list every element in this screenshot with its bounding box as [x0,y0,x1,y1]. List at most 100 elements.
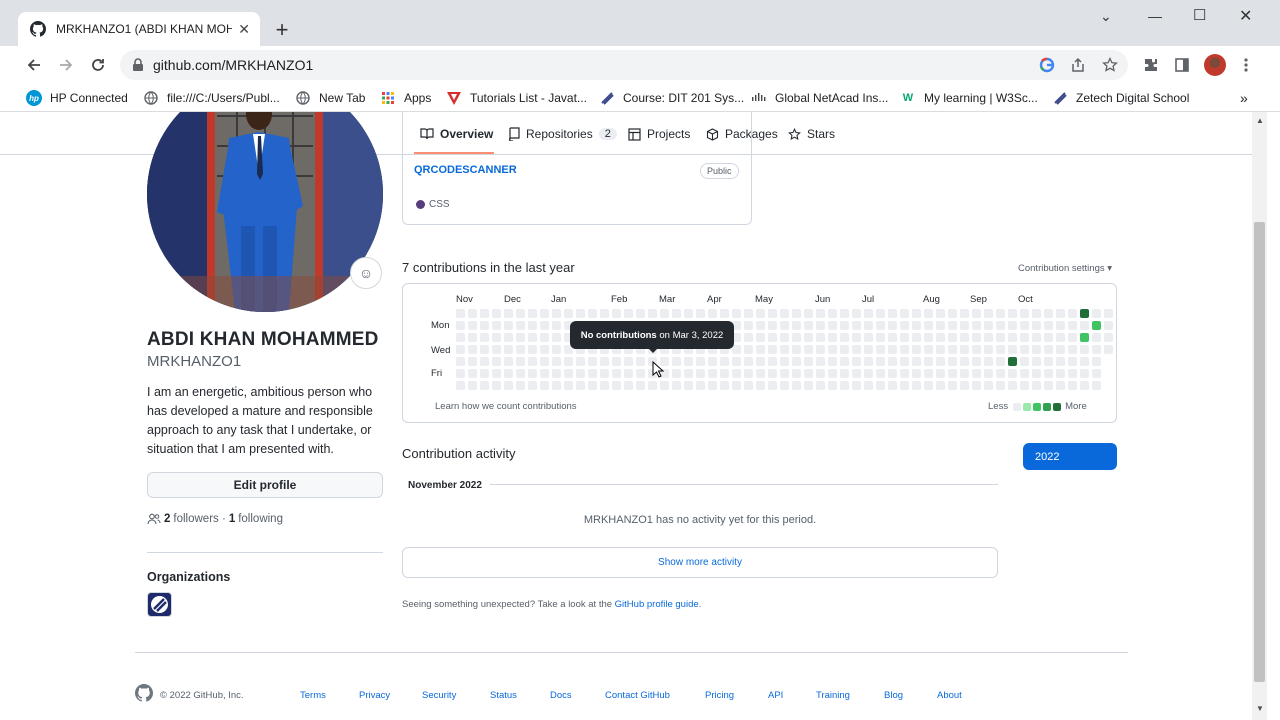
contribution-cell[interactable] [984,345,993,354]
contribution-cell[interactable] [624,369,633,378]
contribution-cell[interactable] [1092,345,1101,354]
contribution-cell[interactable] [972,345,981,354]
contribution-cell[interactable] [816,345,825,354]
contribution-cell[interactable] [720,381,729,390]
footer-link-docs[interactable]: Docs [550,690,572,701]
contribution-settings-dropdown[interactable]: Contribution settings ▾ [1018,263,1112,274]
contribution-cell[interactable] [1080,333,1089,342]
contribution-cell[interactable] [756,369,765,378]
contribution-cell[interactable] [1020,345,1029,354]
contribution-cell[interactable] [960,357,969,366]
contribution-cell[interactable] [1080,345,1089,354]
contribution-cell[interactable] [912,309,921,318]
contribution-cell[interactable] [768,357,777,366]
contribution-cell[interactable] [480,381,489,390]
contribution-cell[interactable] [1008,381,1017,390]
contribution-cell[interactable] [564,381,573,390]
contribution-cell[interactable] [1044,369,1053,378]
contribution-cell[interactable] [492,357,501,366]
contribution-cell[interactable] [456,345,465,354]
contribution-cell[interactable] [1056,381,1065,390]
contribution-cell[interactable] [876,369,885,378]
contribution-cell[interactable] [516,369,525,378]
contribution-cell[interactable] [996,333,1005,342]
contribution-cell[interactable] [1020,321,1029,330]
followers-count[interactable]: 2 [164,513,170,525]
contribution-cell[interactable] [924,345,933,354]
contribution-cell[interactable] [528,369,537,378]
contribution-cell[interactable] [720,369,729,378]
contribution-cell[interactable] [504,345,513,354]
contribution-cell[interactable] [828,357,837,366]
bookmark-item[interactable]: Course: DIT 201 Sys... [599,90,744,106]
contribution-cell[interactable] [864,321,873,330]
contribution-cell[interactable] [1008,345,1017,354]
contribution-cell[interactable] [984,333,993,342]
contribution-cell[interactable] [576,381,585,390]
browser-profile-avatar[interactable] [1204,54,1226,76]
contribution-cell[interactable] [1068,381,1077,390]
contribution-cell[interactable] [936,357,945,366]
bookmark-item[interactable]: W My learning | W3Sc... [900,90,1038,106]
contribution-cell[interactable] [744,345,753,354]
tab-close-icon[interactable]: ✕ [238,21,250,38]
bookmark-item[interactable]: Apps [380,90,431,106]
following-count[interactable]: 1 [229,513,235,525]
contribution-cell[interactable] [756,333,765,342]
contribution-cell[interactable] [780,345,789,354]
contribution-cell[interactable] [588,309,597,318]
contribution-cell[interactable] [552,321,561,330]
contribution-cell[interactable] [756,321,765,330]
organization-avatar[interactable] [147,592,172,617]
contribution-cell[interactable] [492,369,501,378]
contribution-cell[interactable] [504,309,513,318]
contribution-cell[interactable] [1044,357,1053,366]
contribution-cell[interactable] [804,333,813,342]
contribution-cell[interactable] [984,321,993,330]
contribution-cell[interactable] [552,369,561,378]
contribution-cell[interactable] [732,345,741,354]
scroll-up-icon[interactable]: ▲ [1256,116,1264,125]
contribution-cell[interactable] [924,369,933,378]
contribution-cell[interactable] [696,309,705,318]
contribution-cell[interactable] [600,369,609,378]
contribution-cell[interactable] [888,345,897,354]
contribution-cell[interactable] [516,381,525,390]
contribution-cell[interactable] [972,321,981,330]
side-panel-icon[interactable] [1173,56,1191,74]
contribution-cell[interactable] [684,381,693,390]
contribution-cell[interactable] [876,381,885,390]
contribution-cell[interactable] [852,357,861,366]
contribution-cell[interactable] [804,321,813,330]
contribution-cell[interactable] [540,345,549,354]
contribution-cell[interactable] [864,369,873,378]
contribution-cell[interactable] [528,321,537,330]
learn-contributions-link[interactable]: Learn how we count contributions [435,401,577,412]
contribution-cell[interactable] [528,333,537,342]
contribution-cell[interactable] [1068,357,1077,366]
contribution-cell[interactable] [1020,309,1029,318]
contribution-cell[interactable] [816,381,825,390]
contribution-cell[interactable] [660,309,669,318]
contribution-cell[interactable] [936,309,945,318]
following-link[interactable]: following [238,513,283,525]
contribution-cell[interactable] [744,381,753,390]
contribution-cell[interactable] [960,345,969,354]
contribution-cell[interactable] [792,333,801,342]
contribution-cell[interactable] [888,333,897,342]
contribution-cell[interactable] [900,357,909,366]
contribution-cell[interactable] [1104,309,1113,318]
contribution-cell[interactable] [996,381,1005,390]
contribution-cell[interactable] [780,357,789,366]
forward-icon[interactable] [56,55,76,75]
contribution-cell[interactable] [864,309,873,318]
footer-link-blog[interactable]: Blog [884,690,903,701]
contribution-cell[interactable] [900,333,909,342]
contribution-cell[interactable] [1092,369,1101,378]
contribution-cell[interactable] [804,369,813,378]
contribution-cell[interactable] [1008,321,1017,330]
contribution-cell[interactable] [792,357,801,366]
contribution-cell[interactable] [936,369,945,378]
contribution-cell[interactable] [804,381,813,390]
footer-link-privacy[interactable]: Privacy [359,690,390,701]
